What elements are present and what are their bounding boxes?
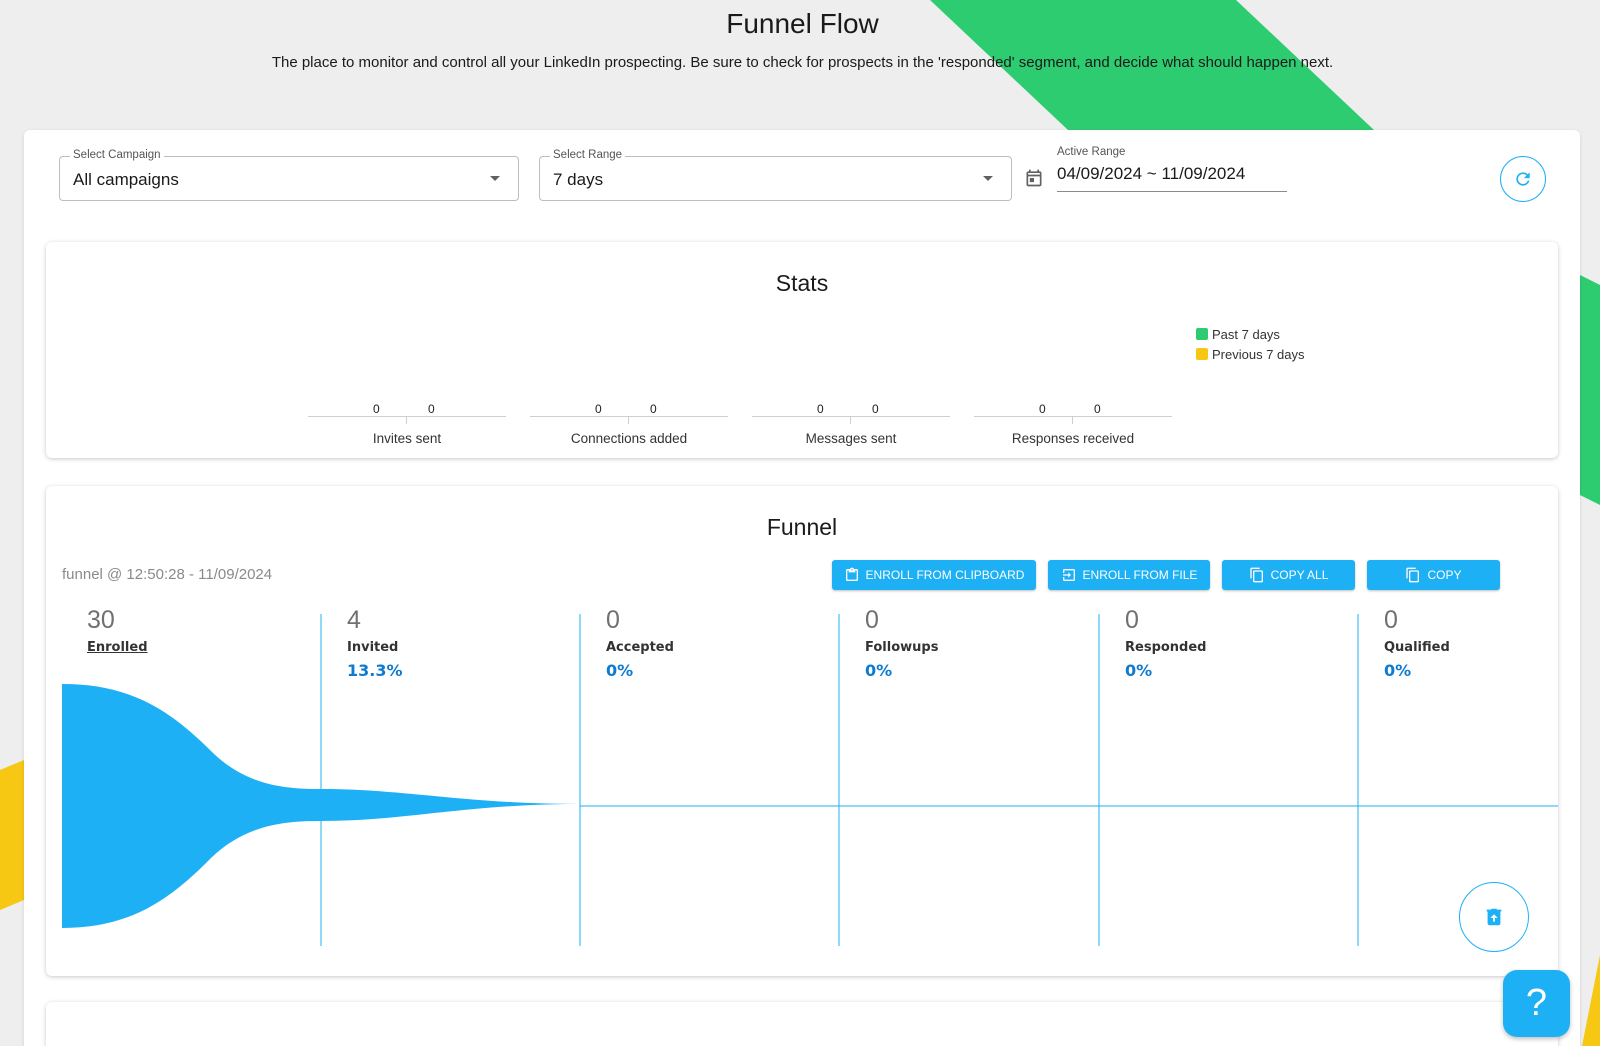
stats-legend: Past 7 days Previous 7 days	[1196, 324, 1305, 364]
stage-percent: 0%	[1384, 661, 1412, 680]
stage-label-enrolled-link[interactable]: Enrolled	[87, 640, 287, 655]
stat-value-past: 0	[595, 402, 602, 416]
stage-label: Accepted	[606, 640, 674, 655]
funnel-card: Funnel funnel @ 12:50:28 - 11/09/2024 EN…	[46, 486, 1558, 976]
range-select[interactable]: Select Range 7 days	[539, 149, 1012, 201]
enroll-from-file-button[interactable]: ENROLL FROM FILE	[1048, 560, 1210, 590]
calendar-icon[interactable]	[1024, 168, 1044, 188]
stat-axis	[308, 416, 506, 417]
stat-value-past: 0	[817, 402, 824, 416]
funnel-stage-followups[interactable]: 0 Followups 0%	[865, 606, 1065, 680]
funnel-timestamp: funnel @ 12:50:28 - 11/09/2024	[62, 566, 273, 583]
funnel-stage-responded[interactable]: 0 Responded 0%	[1125, 606, 1325, 680]
stage-percent: 0%	[1125, 661, 1153, 680]
legend-swatch-past	[1196, 328, 1208, 340]
stage-count: 4	[347, 606, 361, 634]
funnel-stage-invited[interactable]: 4 Invited 13.3%	[347, 606, 547, 680]
legend-label-previous: Previous 7 days	[1212, 346, 1305, 362]
legend-label-past: Past 7 days	[1212, 326, 1280, 342]
stat-axis-tick	[850, 416, 851, 424]
stage-count: 0	[606, 606, 620, 634]
enroll-from-file-label: ENROLL FROM FILE	[1082, 568, 1198, 582]
funnel-stage-enrolled: 30 Enrolled	[87, 606, 287, 661]
stat-group-messages-sent: 0 0 Messages sent	[752, 400, 952, 450]
stage-label: Qualified	[1384, 640, 1450, 655]
next-section-card	[46, 1002, 1558, 1046]
file-import-icon	[1062, 569, 1075, 581]
stat-axis-tick	[628, 416, 629, 424]
clipboard-icon	[845, 567, 858, 581]
campaign-select-value: All campaigns	[73, 170, 179, 189]
copy-label: COPY	[1427, 568, 1462, 582]
refresh-icon	[1516, 172, 1530, 186]
stat-category-label: Connections added	[570, 431, 688, 446]
stage-count: 0	[865, 606, 879, 634]
stat-axis-tick	[406, 416, 407, 424]
stage-count: 0	[1384, 606, 1398, 634]
background-green-edge	[1580, 275, 1600, 505]
stat-category-label: Invites sent	[372, 431, 442, 446]
stage-label: Followups	[865, 640, 939, 655]
trash-icon	[1486, 908, 1502, 926]
legend-swatch-previous	[1196, 348, 1208, 360]
stat-value-previous: 0	[872, 402, 879, 416]
range-select-value: 7 days	[553, 170, 604, 189]
active-range-value[interactable]: 04/09/2024 ~ 11/09/2024	[1057, 164, 1287, 192]
page-subtitle: The place to monitor and control all you…	[271, 54, 1334, 71]
copy-all-label: COPY ALL	[1270, 568, 1329, 582]
page-title: Funnel Flow	[726, 8, 879, 39]
stat-axis-tick	[1072, 416, 1073, 424]
stat-axis	[752, 416, 950, 417]
stat-category-label: Responses received	[1011, 431, 1135, 446]
copy-button[interactable]: COPY	[1367, 560, 1500, 590]
stage-count: 0	[1125, 606, 1139, 634]
funnel-stage-qualified[interactable]: 0 Qualified 0%	[1384, 606, 1544, 680]
legend-item-past[interactable]: Past 7 days	[1196, 324, 1305, 344]
enroll-from-clipboard-button[interactable]: ENROLL FROM CLIPBOARD	[832, 560, 1036, 590]
active-range-label: Active Range	[1057, 146, 1126, 158]
legend-item-previous[interactable]: Previous 7 days	[1196, 344, 1305, 364]
active-range-field[interactable]: Active Range 04/09/2024 ~ 11/09/2024	[1024, 146, 1324, 202]
stat-group-responses-received: 0 0 Responses received	[974, 400, 1174, 450]
delete-button[interactable]	[1459, 882, 1529, 952]
stat-category-label: Messages sent	[805, 431, 897, 446]
copy-icon	[1249, 567, 1263, 583]
stage-label: Invited	[347, 640, 399, 655]
stats-title: Stats	[775, 270, 829, 296]
enroll-from-clipboard-label: ENROLL FROM CLIPBOARD	[865, 568, 1025, 582]
stage-label: Responded	[1125, 640, 1207, 655]
stage-percent: 0%	[865, 661, 893, 680]
copy-icon	[1406, 567, 1420, 583]
chevron-down-icon	[490, 176, 500, 181]
stat-group-connections-added: 0 0 Connections added	[530, 400, 730, 450]
help-button[interactable]: ?	[1503, 970, 1570, 1037]
stat-value-previous: 0	[650, 402, 657, 416]
campaign-select[interactable]: Select Campaign All campaigns	[59, 149, 519, 201]
refresh-button[interactable]	[1500, 156, 1546, 202]
campaign-select-label: Select Campaign	[70, 149, 164, 161]
stat-value-previous: 0	[1094, 402, 1101, 416]
main-card: Select Campaign All campaigns Select Ran…	[24, 130, 1580, 1046]
stat-value-past: 0	[1039, 402, 1046, 416]
background-yellow-edge-left	[0, 760, 24, 910]
stage-percent: 13.3%	[347, 661, 403, 680]
stat-axis	[530, 416, 728, 417]
chevron-down-icon	[983, 176, 993, 181]
funnel-stage-accepted[interactable]: 0 Accepted 0%	[606, 606, 806, 680]
stage-count: 30	[87, 606, 115, 634]
stage-percent: 0%	[606, 661, 634, 680]
funnel-title: Funnel	[766, 514, 838, 540]
copy-all-button[interactable]: COPY ALL	[1222, 560, 1355, 590]
stat-value-previous: 0	[428, 402, 435, 416]
range-select-label: Select Range	[550, 149, 626, 161]
stat-axis	[974, 416, 1172, 417]
stat-group-invites-sent: 0 0 Invites sent	[308, 400, 508, 450]
stats-card: Stats Past 7 days Previous 7 days 0 0 In…	[46, 242, 1558, 458]
stat-value-past: 0	[373, 402, 380, 416]
